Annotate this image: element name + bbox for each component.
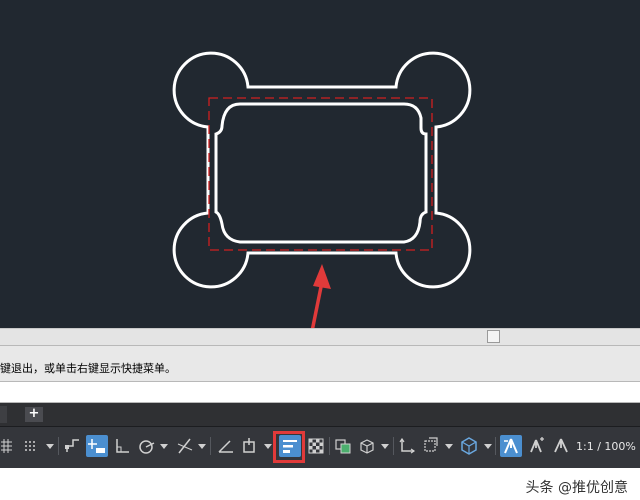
dynamic-ucs-icon[interactable] — [397, 435, 417, 457]
transparency-icon[interactable] — [306, 435, 326, 457]
snap-dropdown[interactable] — [45, 435, 54, 457]
annotation-arrowhead — [313, 264, 331, 289]
grid-icon[interactable] — [0, 435, 18, 457]
snap-icon[interactable] — [22, 435, 42, 457]
layout-tab-bar: 2 + — [0, 403, 640, 426]
isodraft-icon[interactable] — [175, 435, 195, 457]
annotation-scale-icon[interactable] — [551, 435, 571, 457]
separator — [393, 437, 394, 455]
object-snap-tracking-icon[interactable] — [216, 435, 236, 457]
object-snap-dropdown[interactable] — [263, 435, 272, 457]
autoscale-icon[interactable] — [527, 435, 547, 457]
command-history-text: 键退出，或单击右键显示快捷菜单。 — [0, 362, 176, 375]
tab-layout2-label: 2 — [0, 408, 1, 421]
command-history: 键退出，或单击右键显示快捷菜单。 — [0, 345, 640, 381]
separator — [210, 437, 211, 455]
command-input[interactable] — [0, 381, 640, 403]
add-layout-button[interactable]: + — [25, 407, 43, 422]
object-snap-icon[interactable] — [240, 435, 260, 457]
annotation-arrow — [310, 281, 324, 328]
annotation-scale-value[interactable]: 1:1 / 100% — [576, 440, 636, 453]
infer-constraints-icon[interactable] — [63, 435, 83, 457]
selection-filter-icon[interactable] — [421, 435, 441, 457]
drawing-canvas[interactable] — [0, 0, 640, 328]
selection-cycling-icon[interactable] — [333, 435, 353, 457]
ortho-icon[interactable] — [113, 435, 133, 457]
horizontal-scrollbar[interactable] — [0, 328, 640, 345]
status-bar: 1:1 / 100% — [0, 426, 640, 469]
dashed-offset-rect[interactable] — [208, 97, 433, 251]
separator — [495, 437, 496, 455]
watermark-text: 头条 @推优创意 — [525, 480, 628, 496]
inner-profile[interactable] — [214, 102, 428, 244]
3d-object-snap-icon[interactable] — [357, 435, 377, 457]
lineweight-highlight-box — [273, 431, 305, 463]
tab-layout2[interactable]: 2 — [0, 406, 7, 423]
dynamic-input-icon[interactable] — [86, 435, 108, 457]
gizmo-dropdown[interactable] — [483, 435, 492, 457]
separator — [58, 437, 59, 455]
drawing-area-svg — [172, 51, 472, 328]
separator — [329, 437, 330, 455]
3d-object-snap-dropdown[interactable] — [380, 435, 389, 457]
scrollbar-thumb[interactable] — [487, 330, 500, 343]
annotation-visibility-icon[interactable] — [500, 435, 522, 457]
polar-dropdown[interactable] — [159, 435, 168, 457]
isodraft-dropdown[interactable] — [197, 435, 206, 457]
polar-tracking-icon[interactable] — [137, 435, 157, 457]
selection-filter-dropdown[interactable] — [444, 435, 453, 457]
gizmo-icon[interactable] — [459, 435, 479, 457]
